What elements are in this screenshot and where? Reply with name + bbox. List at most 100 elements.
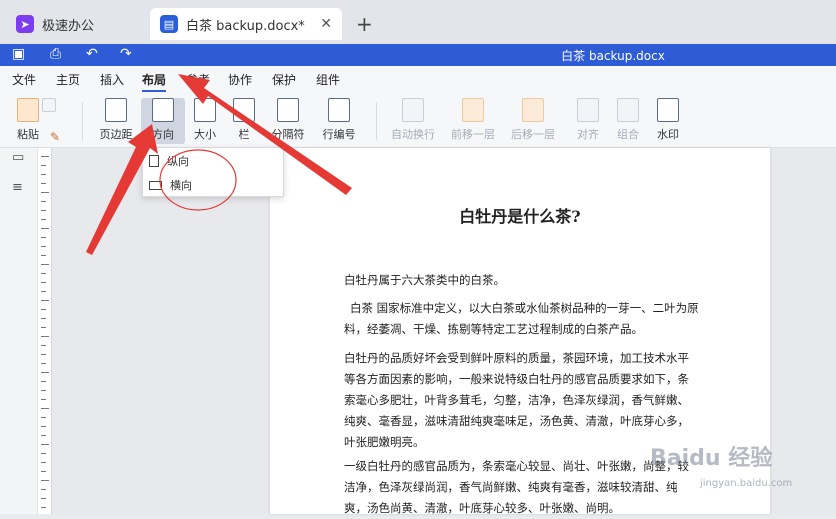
ruler-tick [41,201,46,202]
watermark-icon [657,98,679,122]
size-button[interactable]: 大小 [183,98,227,144]
landscape-label: 横向 [170,179,192,192]
tab-strip: ➤ 极速办公 ▤ 白茶 backup.docx* ✕ + [0,0,836,44]
ruler-tick [41,471,46,472]
breaks-label: 分隔符 [271,128,305,141]
watermark-button[interactable]: 水印 [646,98,690,144]
menu-layout[interactable]: 布局 [142,71,167,92]
margins-button[interactable]: 页边距 [92,98,140,144]
ruler-tick [41,498,46,499]
menu-plugins[interactable]: 组件 [316,71,340,88]
rocket-icon: ➤ [16,15,34,33]
line-numbers-button[interactable]: 行编号 [314,98,364,144]
ruler-tick [41,264,49,265]
navigation-icon[interactable]: ≡ [12,180,23,195]
wrap-text-icon [402,98,424,122]
line-numbers-label: 行编号 [322,128,356,141]
menu-file[interactable]: 文件 [12,71,36,88]
page-size-icon [194,98,216,122]
portrait-label: 纵向 [167,155,189,168]
columns-label: 栏 [238,128,250,141]
window-title: 白茶 backup.docx [561,49,665,63]
ruler-tick [41,192,49,193]
ruler-tick [41,300,49,301]
menu-bar: 文件 主页 插入 布局 参考 协作 保护 组件 [0,66,836,92]
ruler-tick [41,435,46,436]
ruler-tick [41,291,46,292]
close-icon[interactable]: ✕ [320,16,332,32]
orientation-option-portrait[interactable]: 纵向 [143,150,283,172]
margins-label: 页边距 [99,128,133,141]
ruler-tick [41,156,49,157]
ruler-tick [41,399,46,400]
ruler-tick [41,174,46,175]
bring-forward-button[interactable]: 前移一层 [448,98,498,144]
ruler-tick [41,318,46,319]
menu-protect[interactable]: 保护 [272,71,296,88]
tab-document-label: 白茶 backup.docx* [186,18,305,34]
ruler-tick [41,282,46,283]
columns-icon [233,98,255,122]
group-button[interactable]: 组合 [606,98,650,144]
new-tab-button[interactable]: + [356,12,373,36]
ruler-tick [41,390,46,391]
ruler-tick [41,237,46,238]
ruler-tick [41,327,46,328]
send-backward-icon [522,98,544,122]
ruler-tick [41,444,49,445]
ruler-tick [41,273,46,274]
ruler-tick [41,345,46,346]
ruler-tick [41,309,46,310]
columns-button[interactable]: 栏 [222,98,266,144]
align-button[interactable]: 对齐 [566,98,610,144]
line-numbers-icon [328,98,350,122]
document-heading: 白牡丹是什么茶? [459,207,581,226]
ruler-tick [41,480,49,481]
ruler-tick [41,354,46,355]
send-backward-label: 后移一层 [511,128,555,141]
menu-home[interactable]: 主页 [56,71,80,88]
divider [82,102,83,140]
orientation-dropdown: 纵向 横向 [142,147,284,197]
divider [376,102,377,140]
margins-icon [105,98,127,122]
ruler-tick [41,246,46,247]
comment-icon[interactable]: ▭ [12,150,24,165]
menu-collaborate[interactable]: 协作 [228,71,252,88]
orientation-button[interactable]: 方向 [141,98,185,144]
copy-icon [42,98,56,112]
format-painter-icon[interactable]: ✎ [50,130,60,144]
breaks-button[interactable]: 分隔符 [266,98,310,144]
document-paragraph: 白牡丹的品质好坏会受到鲜叶原料的质量，茶园环境，加工技术水平等各方面因素的影响，… [344,351,689,449]
send-backward-button[interactable]: 后移一层 [508,98,558,144]
group-icon [617,98,639,122]
document-paragraph: 白牡丹属于六大茶类中的白茶。 [344,273,505,287]
orientation-option-landscape[interactable]: 横向 [143,174,283,196]
ruler-tick [41,426,46,427]
landscape-page-icon [149,180,162,190]
ribbon: 粘贴 ✎ 页边距 方向 大小 栏 分隔符 行编号 自动换行 前移一层 后移一层 [0,92,836,148]
wrap-text-button[interactable]: 自动换行 [388,98,438,144]
left-panel: ▭ ≡ [0,148,38,514]
page-break-icon [277,98,299,122]
ruler-tick [41,336,49,337]
bring-forward-icon [462,98,484,122]
size-label: 大小 [194,128,216,141]
orientation-icon [152,98,174,122]
ruler-tick [41,228,49,229]
document-icon: ▤ [160,15,178,33]
align-label: 对齐 [577,128,599,141]
wrap-text-label: 自动换行 [391,128,435,141]
ruler-tick [41,372,49,373]
menu-insert[interactable]: 插入 [100,71,124,88]
ruler-tick [41,453,46,454]
group-label: 组合 [617,128,639,141]
ruler-tick [41,507,46,508]
ruler-tick [41,408,49,409]
align-icon [577,98,599,122]
tab-home[interactable]: ➤ 极速办公 [6,8,146,40]
tab-document[interactable]: ▤ 白茶 backup.docx* ✕ [150,8,342,40]
document-paragraph: 白茶 国家标准中定义，以大白茶或水仙茶树品种的一芽一、二叶为原料，经萎凋、干燥、… [344,301,699,336]
ruler-tick [41,381,46,382]
menu-references[interactable]: 参考 [186,71,210,88]
